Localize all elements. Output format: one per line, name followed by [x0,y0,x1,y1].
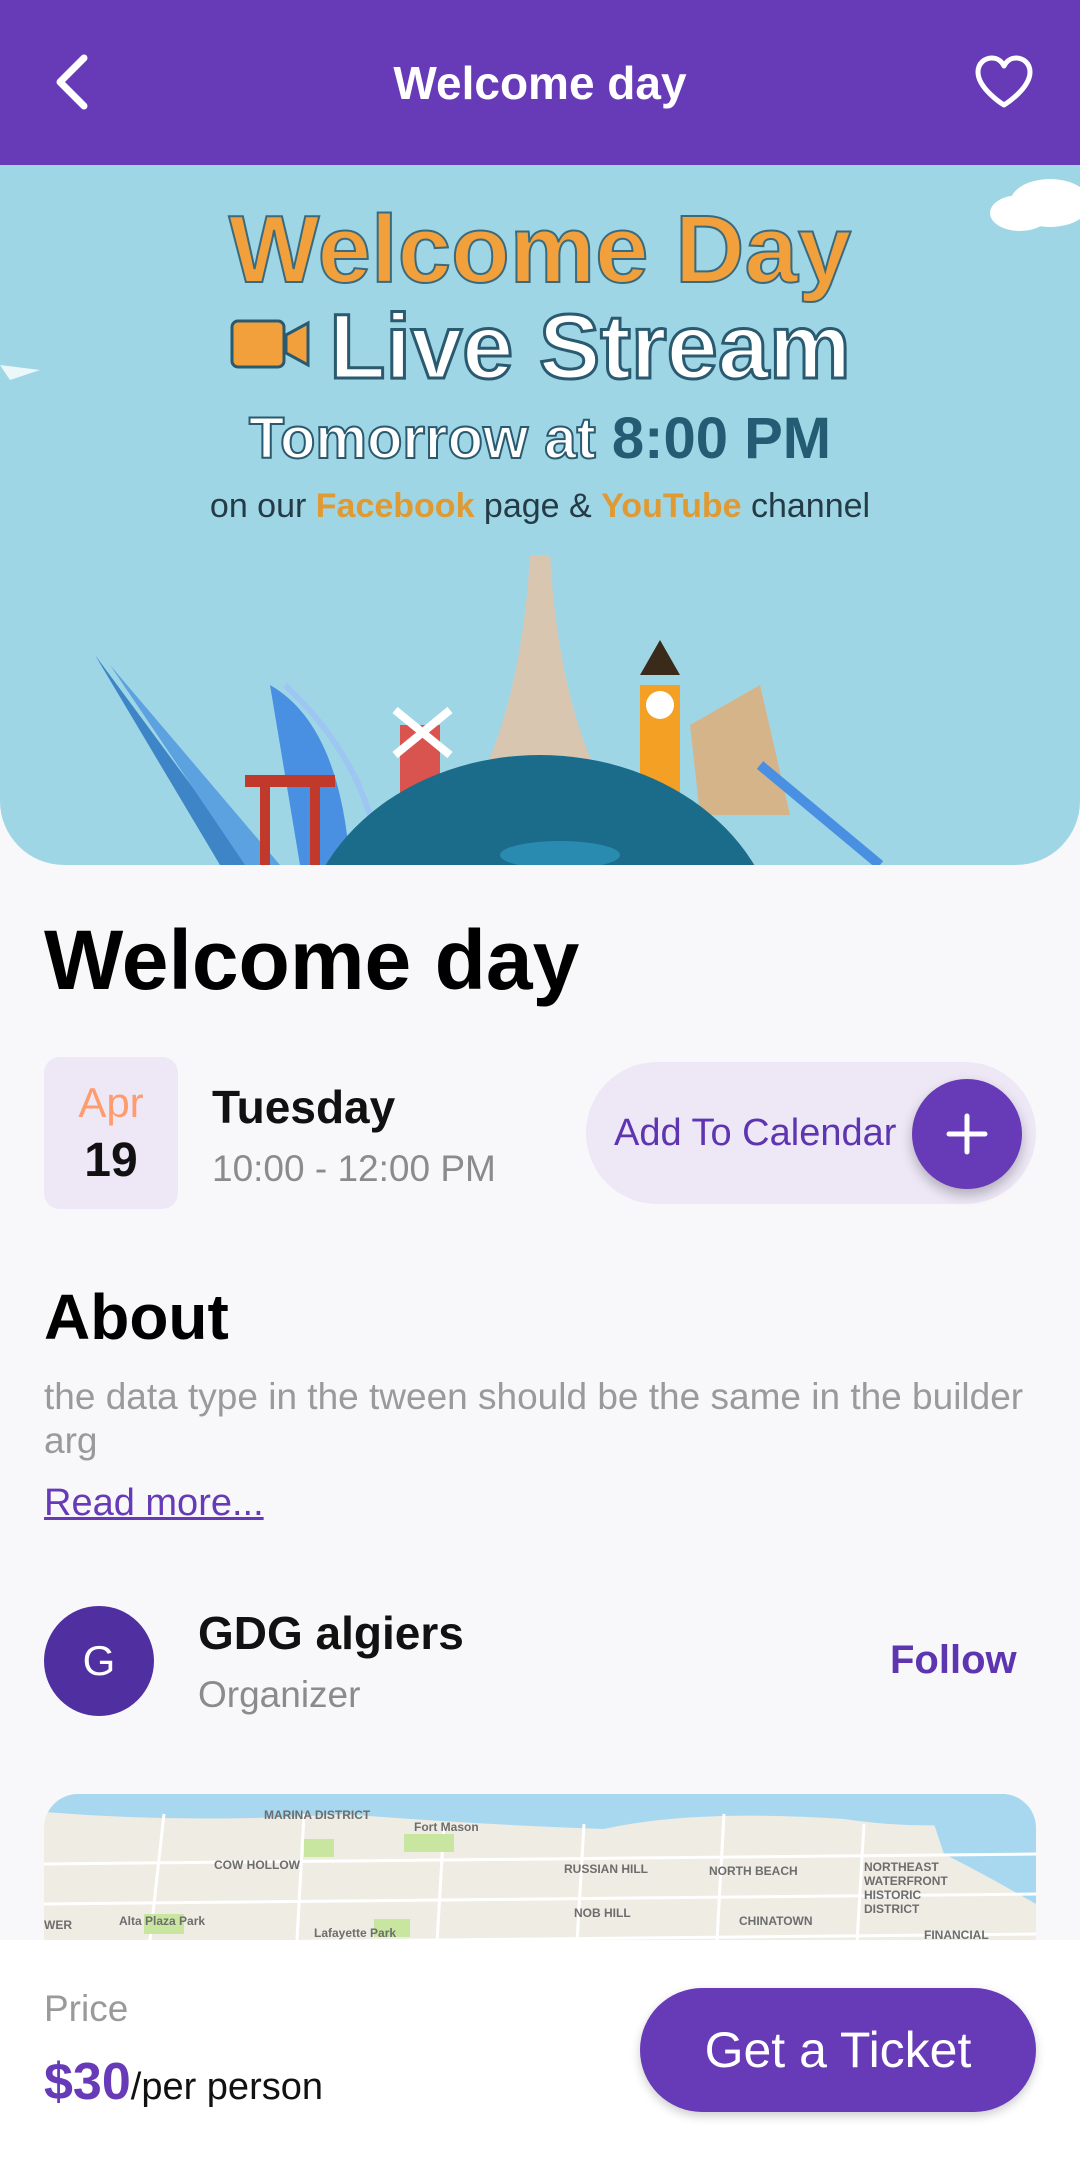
event-time-range: 10:00 - 12:00 PM [212,1148,496,1189]
event-title: Welcome day [44,913,580,1007]
get-ticket-button[interactable]: Get a Ticket [640,1988,1036,2112]
date-badge: Apr 19 [44,1057,178,1209]
organizer-role: Organizer [198,1674,361,1715]
add-calendar-fab[interactable] [912,1079,1022,1189]
event-banner-image: Welcome Day Live Stream Tomorrow at 8:00… [0,165,1080,865]
chevron-left-icon [56,54,88,110]
date-month: Apr [78,1079,144,1126]
banner-channels: on our Facebook page & YouTube channel [0,487,1080,526]
map-label: WER [44,1918,72,1932]
add-to-calendar-button[interactable]: Add To Calendar [586,1062,1036,1204]
map-label: Lafayette Park [314,1926,397,1940]
plus-icon [946,1113,988,1155]
price-value: $30 [44,2053,131,2111]
banner-subheadline: Live Stream [0,295,1080,400]
bottom-bar: Price $30/per person Get a Ticket [0,1940,1080,2160]
map-label: NORTH BEACH [709,1864,798,1878]
map-label: MARINA DISTRICT [264,1808,371,1822]
map-label: RUSSIAN HILL [564,1862,648,1876]
app-bar: Welcome day [0,0,1080,165]
page-title: Welcome day [393,56,687,109]
map-label: Fort Mason [414,1820,479,1834]
banner-time-prefix: Tomorrow at [248,405,612,472]
map-label: CHINATOWN [739,1914,813,1928]
heart-icon [975,55,1033,108]
banner-channels-a: on our [209,487,316,525]
price-row: $30/per person [44,2052,323,2112]
map-label: COW HOLLOW [214,1858,300,1872]
price-unit: /per person [130,2066,323,2108]
map-label: Alta Plaza Park [119,1914,206,1928]
banner-time: 8:00 PM [611,406,832,471]
banner-youtube: YouTube [601,487,742,525]
banner-channels-c: page & [474,487,602,525]
map-label: NORTHEAST WATERFRONT HISTORIC DISTRICT [864,1860,948,1916]
banner-headline: Welcome Day [228,195,853,304]
organizer-name: GDG algiers [198,1607,464,1659]
back-button[interactable] [40,50,104,114]
about-heading: About [44,1281,229,1353]
banner-channels-e: channel [741,487,871,525]
event-weekday: Tuesday [212,1081,396,1133]
banner-time-line: Tomorrow at 8:00 PM [0,405,1080,472]
banner-live-stream: Live Stream [328,295,853,400]
map-label: NOB HILL [574,1906,631,1920]
organizer-avatar[interactable]: G [44,1606,154,1716]
date-day: 19 [84,1134,138,1187]
favorite-button[interactable] [968,50,1040,114]
follow-button[interactable]: Follow [890,1638,1017,1683]
add-to-calendar-label: Add To Calendar [614,1112,897,1154]
price-label: Price [44,1988,129,2029]
about-text: the data type in the tween should be the… [44,1376,1024,1461]
read-more-link[interactable]: Read more... [44,1482,264,1525]
banner-facebook: Facebook [315,487,475,525]
